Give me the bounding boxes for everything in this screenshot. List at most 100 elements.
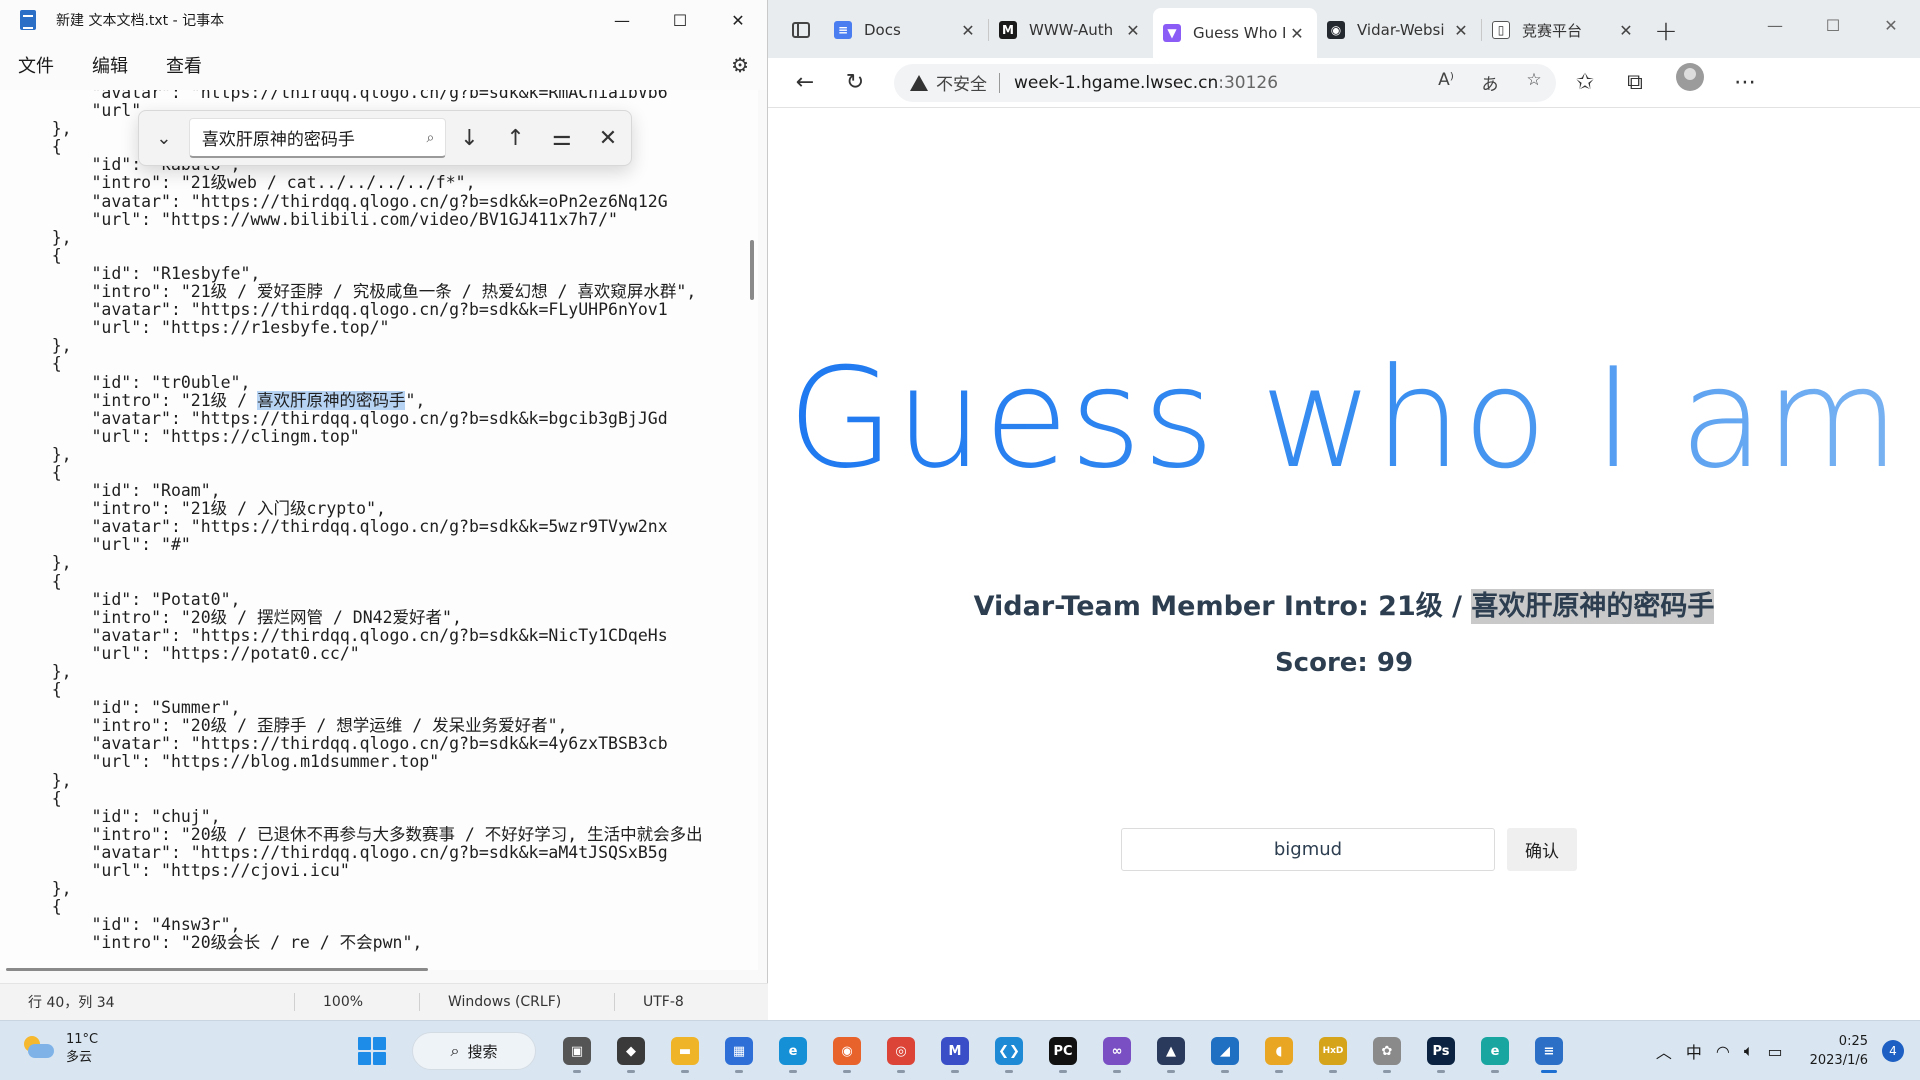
running-indicator [843,1070,851,1073]
tab-close-icon[interactable]: ✕ [1287,24,1307,43]
close-find-icon[interactable]: ✕ [585,126,631,151]
taskbar-app-unity[interactable]: ◆ [608,1029,654,1073]
volume-icon[interactable]: 🔈︎ [1744,1041,1754,1061]
code-line: "avatar": "https://thirdqq.qlogo.cn/g?b=… [12,408,668,428]
search-icon[interactable]: ⌕ [415,130,445,146]
toolbar-right: ✩ ⧉ ⋯ [1560,62,1770,103]
taskbar-app-app-yellow[interactable]: ◖ [1256,1029,1302,1073]
address-bar[interactable]: 不安全 week-1.hgame.lwsec.cn:30126 A⁾ あ ☆ [894,63,1556,102]
taskbar-app-firefox[interactable]: ◉ [824,1029,870,1073]
browser-tab[interactable]: ≡ Docs ✕ [824,8,988,52]
code-line: "id": "4nsw3r", [12,915,241,935]
tab-close-icon[interactable]: ✕ [1451,21,1471,40]
status-zoom: 100% [323,994,364,1010]
horizontal-scrollbar[interactable] [6,968,428,971]
show-hidden-icons-chevron-icon[interactable]: ︿ [1656,1039,1672,1063]
tab-close-icon[interactable]: ✕ [1123,21,1143,40]
guess-input[interactable]: bigmud [1121,828,1495,871]
tab-favicon-icon: ◉ [1327,21,1345,39]
url-host[interactable]: week-1.hgame.lwsec.cn [1014,73,1218,93]
notepad-text-content[interactable]: "avatar": "https://thirdqq.qlogo.cn/g?b=… [12,90,703,953]
notepad-editor[interactable]: "avatar": "https://thirdqq.qlogo.cn/g?b=… [0,90,758,970]
browser-maximize-button[interactable]: ☐ [1804,0,1862,50]
taskbar-app-ida[interactable]: M [932,1029,978,1073]
refresh-icon[interactable]: ↻ [830,63,880,103]
taskbar-app-chrome[interactable]: ◎ [878,1029,924,1073]
code-line: "avatar": "https://thirdqq.qlogo.cn/g?b=… [12,191,668,211]
taskbar-search-button[interactable]: ⌕ 搜索 [412,1032,536,1070]
browser-close-button[interactable]: ✕ [1862,0,1920,50]
taskbar-app-wireshark[interactable]: ◢ [1202,1029,1248,1073]
running-indicator [681,1070,689,1073]
confirm-button[interactable]: 确认 [1507,828,1577,871]
notepad-titlebar[interactable]: 新建 文本文档.txt - 记事本 — ☐ ✕ [0,0,767,40]
more-menu-icon[interactable]: ⋯ [1720,63,1770,103]
browser-tab[interactable]: ◉ Vidar-Websi ✕ [1317,8,1481,52]
menu-view[interactable]: 查看 [166,52,202,78]
tabs-container: ≡ Docs ✕ M WWW-Auth ✕ ▼ Guess Who I ✕ ◉ Vidar-Webs… [824,8,1646,58]
taskbar-app-app-gear[interactable]: ✿ [1364,1029,1410,1073]
favorites-icon[interactable]: ✩ [1560,63,1610,103]
find-options-sliders-icon[interactable]: ⚌ [539,126,585,151]
tab-close-icon[interactable]: ✕ [1616,21,1636,40]
maximize-button[interactable]: ☐ [651,0,709,40]
running-indicator [1329,1070,1337,1073]
back-arrow-icon[interactable]: ← [780,63,830,103]
running-indicator [1113,1070,1121,1073]
taskbar-app-notepad[interactable]: ≡ [1526,1029,1572,1073]
browser-tab[interactable]: M WWW-Auth ✕ [989,8,1153,52]
menu-edit[interactable]: 编辑 [92,52,128,78]
new-tab-plus-icon[interactable]: + [1646,8,1686,52]
battery-icon[interactable]: ▭ [1767,1042,1782,1061]
search-match-highlight: 喜欢肝原神的密码手 [256,390,406,410]
start-windows-icon[interactable] [358,1037,386,1065]
code-line: "intro": "20级会长 / re / 不会pwn", [12,933,423,953]
vscode-icon: ❮❯ [995,1037,1023,1065]
translate-icon[interactable]: あ [1468,70,1512,95]
find-previous-arrow-up-icon[interactable]: ↑ [493,126,539,151]
browser-tab[interactable]: ▼ Guess Who I ✕ [1153,8,1317,58]
expand-replace-chevron-icon[interactable]: ⌄ [139,128,189,149]
profile-avatar[interactable] [1676,62,1704,91]
wifi-icon[interactable]: ◠ [1716,1042,1730,1061]
menu-file[interactable]: 文件 [18,52,54,78]
settings-gear-icon[interactable]: ⚙ [731,53,749,77]
url-port[interactable]: :30126 [1218,73,1278,93]
tab-actions-button[interactable] [778,8,824,52]
close-button[interactable]: ✕ [709,0,767,40]
code-line: { [12,571,62,591]
taskbar-app-vscode[interactable]: ❮❯ [986,1029,1032,1073]
browser-tab[interactable]: ▯ 竞赛平台 ✕ [1482,8,1646,52]
browser-minimize-button[interactable]: — [1746,0,1804,50]
running-indicator [1491,1070,1499,1073]
read-aloud-icon[interactable]: A⁾ [1424,70,1468,95]
add-favorite-star-icon[interactable]: ☆ [1512,70,1556,95]
taskbar-app-hxd[interactable]: HxD [1310,1029,1356,1073]
code-line: "avatar": "https://thirdqq.qlogo.cn/g?b=… [12,625,668,645]
tab-close-icon[interactable]: ✕ [958,21,978,40]
find-input[interactable]: 喜欢肝原神的密码手 ⌕ [188,118,447,158]
taskbar-app-edge-dev[interactable]: e [1472,1029,1518,1073]
ime-indicator[interactable]: 中 [1686,1039,1702,1063]
taskbar-app-store[interactable]: ▦ [716,1029,762,1073]
warning-triangle-icon[interactable] [910,74,928,91]
taskbar-app-visual-studio[interactable]: ∞ [1094,1029,1140,1073]
code-line: "intro": "21级 / 爱好歪脖 / 究极咸鱼一条 / 热爱幻想 / 喜… [12,282,697,302]
taskbar-app-cat-app[interactable]: ▲ [1148,1029,1194,1073]
weather-widget[interactable]: 11°C 多云 [20,1031,98,1067]
code-line: { [12,897,62,917]
edge-dev-icon: e [1481,1037,1509,1065]
taskbar-app-task-view[interactable]: ▣ [554,1029,600,1073]
find-next-arrow-down-icon[interactable]: ↓ [446,126,492,151]
minimize-button[interactable]: — [593,0,651,40]
taskbar-app-edge[interactable]: e [770,1029,816,1073]
collections-icon[interactable]: ⧉ [1610,63,1660,103]
vertical-scrollbar[interactable] [750,240,754,300]
not-secure-label[interactable]: 不安全 [936,70,987,95]
web-page: Guess who I am Vidar-Team Member Intro: … [768,108,1920,1020]
clock[interactable]: 0:25 2023/1/6 [1810,1032,1868,1070]
taskbar-app-photoshop[interactable]: Ps [1418,1029,1464,1073]
taskbar-app-pycharm[interactable]: PC [1040,1029,1086,1073]
taskbar-app-file-explorer[interactable]: ▬ [662,1029,708,1073]
notification-badge[interactable]: 4 [1882,1040,1904,1062]
